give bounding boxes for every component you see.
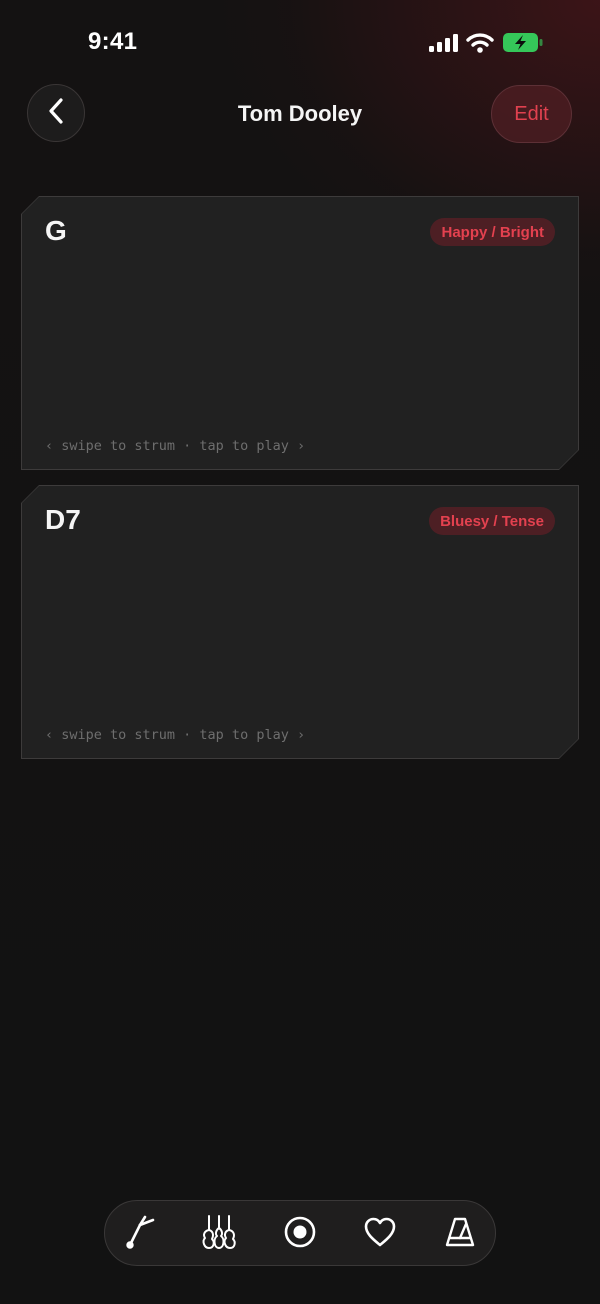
chord-name: G xyxy=(45,215,67,246)
tab-record[interactable] xyxy=(280,1214,320,1254)
tab-instruments[interactable] xyxy=(200,1214,240,1254)
mood-badge: Happy / Bright xyxy=(430,218,555,246)
status-bar: 9:41 xyxy=(0,0,600,88)
metronome-icon xyxy=(443,1215,477,1254)
tab-metronome[interactable] xyxy=(440,1214,480,1254)
tab-tuner[interactable] xyxy=(120,1214,160,1254)
status-time: 9:41 xyxy=(88,28,138,55)
tab-favorites[interactable] xyxy=(360,1214,400,1254)
chord-card-d7[interactable]: D7 Bluesy / Tense ‹ swipe to strum · tap… xyxy=(21,485,579,759)
mood-badge: Bluesy / Tense xyxy=(429,507,555,535)
record-icon xyxy=(283,1215,317,1254)
heart-icon xyxy=(363,1216,397,1253)
status-icons xyxy=(428,32,544,58)
cellular-signal-icon xyxy=(428,33,458,58)
guitars-icon xyxy=(200,1214,240,1255)
chord-card-body: G Happy / Bright ‹ swipe to strum · tap … xyxy=(22,197,578,469)
strum-hint: ‹ swipe to strum · tap to play › xyxy=(45,438,306,454)
chord-name: D7 xyxy=(45,504,81,535)
chord-card-g[interactable]: G Happy / Bright ‹ swipe to strum · tap … xyxy=(21,196,579,470)
tuning-fork-icon xyxy=(122,1214,158,1255)
battery-charging-icon xyxy=(502,32,544,58)
nav-bar: Tom Dooley Edit xyxy=(0,84,600,146)
tab-bar xyxy=(104,1200,496,1266)
chord-card-body: D7 Bluesy / Tense ‹ swipe to strum · tap… xyxy=(22,486,578,758)
wifi-icon xyxy=(466,32,494,58)
edit-button[interactable]: Edit xyxy=(491,85,572,143)
strum-hint: ‹ swipe to strum · tap to play › xyxy=(45,727,306,743)
